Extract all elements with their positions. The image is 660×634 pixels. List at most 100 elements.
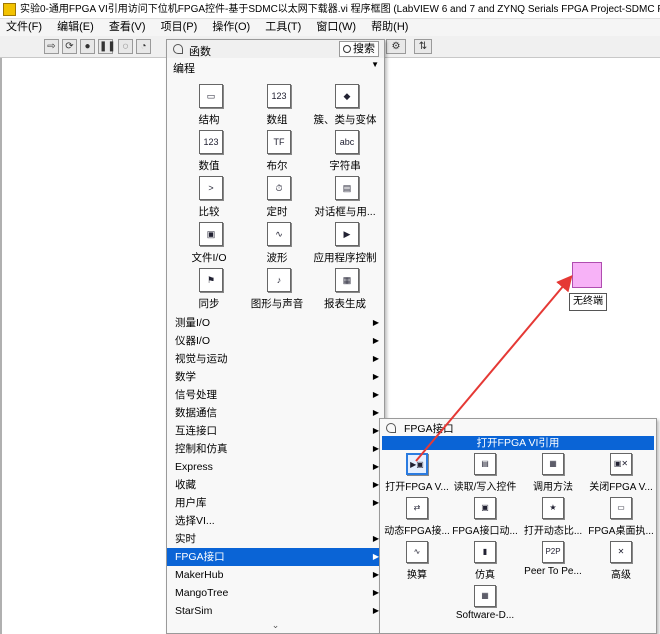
category-user-libraries[interactable]: 用户库 ▶ (167, 494, 384, 512)
menu-file[interactable]: 文件(F) (6, 21, 42, 33)
palette-item-file-io[interactable]: ▣ 文件I/O (175, 220, 243, 266)
palette-item-array[interactable]: 123 数组 (243, 82, 311, 128)
functions-palette: 函数 搜索 编程 ▼ ▭ 结构 123 数组 ◆ 簇、类与变体 123 数值 TF 布尔 … (166, 39, 385, 634)
item-label: 关闭FPGA V... (589, 482, 653, 493)
palette-header: 函数 搜索 (167, 40, 384, 58)
palette-category-programming[interactable]: 编程 (173, 60, 195, 76)
open-fpga-ref-icon: ▶▣ (406, 453, 428, 475)
block-diagram-canvas[interactable] (0, 58, 168, 634)
fpga-item-read-write[interactable]: ▤ 读取/写入控件 (450, 453, 520, 493)
category-instrument-io[interactable]: 仪器I/O ▶ (167, 332, 384, 350)
submenu-arrow-icon: ▶ (372, 390, 379, 399)
palette-item-comparison[interactable]: > 比较 (175, 174, 243, 220)
palette-item-graphics-sound[interactable]: ♪ 图形与声音 (243, 266, 311, 312)
pause-icon[interactable]: ❚❚ (98, 39, 116, 54)
palette-item-dialog[interactable]: ▤ 对话框与用... (311, 174, 379, 220)
category-label: 收藏 (175, 479, 196, 491)
timing-icon: ⏱ (267, 176, 291, 200)
run-continuous-icon[interactable]: ⟳ (62, 39, 77, 54)
category-label: StarSim (175, 605, 213, 617)
menu-help[interactable]: 帮助(H) (371, 21, 408, 33)
pin-icon[interactable] (173, 44, 183, 54)
fpga-item-advanced[interactable]: ✕ 高级 (586, 541, 656, 581)
fpga-item-open-dynamic-bitfile[interactable]: ★ 打开动态比... (518, 497, 588, 537)
category-label: 实时 (175, 533, 196, 545)
palette-item-sync[interactable]: ⚑ 同步 (175, 266, 243, 312)
fpga-item-desktop-exec[interactable]: ▭ FPGA桌面执... (586, 497, 656, 537)
reorder-icon[interactable]: ⇅ (414, 39, 432, 54)
category-mathematics[interactable]: 数学 ▶ (167, 368, 384, 386)
menu-project[interactable]: 项目(P) (161, 21, 198, 33)
item-label: 数组 (266, 114, 288, 126)
report-icon: ▦ (335, 268, 359, 292)
category-label: 测量I/O (175, 317, 211, 329)
dynamic-fpga-icon: ⇄ (406, 497, 428, 519)
category-vision-motion[interactable]: 视觉与运动 ▶ (167, 350, 384, 368)
search-icon (343, 45, 351, 53)
fpga-ref-node[interactable] (572, 262, 602, 288)
palette-item-cluster[interactable]: ◆ 簇、类与变体 (311, 82, 379, 128)
retain-wire-values-icon[interactable]: ◔ (136, 39, 151, 54)
category-measurement-io[interactable]: 测量I/O ▶ (167, 314, 384, 332)
menu-window[interactable]: 窗口(W) (316, 21, 356, 33)
fpga-item-peer-to-peer[interactable]: P2P Peer To Pe... (518, 541, 588, 581)
item-label: FPGA桌面执... (588, 526, 654, 537)
category-favorites[interactable]: 收藏 ▶ (167, 476, 384, 494)
read-write-control-icon: ▤ (474, 453, 496, 475)
highlight-execution-icon[interactable]: ◌ (118, 39, 133, 54)
menu-edit[interactable]: 编辑(E) (57, 21, 94, 33)
open-dynamic-bitfile-icon: ★ (542, 497, 564, 519)
fpga-item-invoke-method[interactable]: ▦ 调用方法 (518, 453, 588, 493)
pin-icon[interactable] (386, 423, 396, 433)
fpga-item-dynamic-interface[interactable]: ⇄ 动态FPGA接... (382, 497, 452, 537)
category-select-vi[interactable]: 选择VI... (167, 512, 384, 530)
abort-icon[interactable]: ● (80, 39, 95, 54)
category-data-communication[interactable]: 数据通信 ▶ (167, 404, 384, 422)
palette-item-string[interactable]: abc 字符串 (311, 128, 379, 174)
palette-item-report[interactable]: ▦ 报表生成 (311, 266, 379, 312)
category-control-simulation[interactable]: 控制和仿真 ▶ (167, 440, 384, 458)
app-control-icon: ▶ (335, 222, 359, 246)
palette-item-timing[interactable]: ⏱ 定时 (243, 174, 311, 220)
item-label: 打开FPGA V... (385, 482, 449, 493)
category-real-time[interactable]: 实时 ▶ (167, 530, 384, 548)
menu-tools[interactable]: 工具(T) (265, 21, 301, 33)
item-label: 结构 (198, 114, 220, 126)
palette-item-waveform[interactable]: ∿ 波形 (243, 220, 311, 266)
scroll-more-chevron-icon[interactable]: ⌄ (167, 620, 384, 631)
item-label: 报表生成 (324, 298, 366, 310)
menu-operate[interactable]: 操作(O) (212, 21, 250, 33)
category-signal-processing[interactable]: 信号处理 ▶ (167, 386, 384, 404)
labview-app-icon (3, 3, 16, 16)
category-makerhub[interactable]: MakerHub ▶ (167, 566, 384, 584)
category-label: Express (175, 461, 213, 473)
cleanup-diagram-icon[interactable]: ⚙ (386, 39, 406, 54)
menu-view[interactable]: 查看(V) (109, 21, 146, 33)
fpga-item-close-ref[interactable]: ▣✕ 关闭FPGA V... (586, 453, 656, 493)
item-label: 波形 (266, 252, 288, 264)
fpga-interface-subpalette: FPGA接口 打开FPGA VI引用 ▶▣ 打开FPGA V... ▤ 读取/写入控… (379, 418, 657, 634)
category-mangotree[interactable]: MangoTree ▶ (167, 584, 384, 602)
fpga-item-open-ref[interactable]: ▶▣ 打开FPGA V... (382, 453, 452, 493)
boolean-icon: TF (267, 130, 291, 154)
category-starsim[interactable]: StarSim ▶ (167, 602, 384, 620)
fpga-item-software-defined[interactable]: ▦ Software-D... (450, 585, 520, 625)
search-button[interactable]: 搜索 (339, 41, 379, 57)
item-label: 打开动态比... (523, 526, 583, 537)
category-express[interactable]: Express ▶ (167, 458, 384, 476)
graphics-sound-icon: ♪ (267, 268, 291, 292)
palette-item-app-control[interactable]: ▶ 应用程序控制 (311, 220, 379, 266)
category-fpga-interface[interactable]: FPGA接口 ▶ (167, 548, 384, 566)
item-label: 对话框与用... (314, 206, 376, 218)
fpga-item-simulation[interactable]: ▮ 仿真 (450, 541, 520, 581)
fpga-item-interface-dynamic[interactable]: ▣ FPGA接口动... (450, 497, 520, 537)
category-connectivity[interactable]: 互连接口 ▶ (167, 422, 384, 440)
run-arrow-icon[interactable]: ⇨ (44, 39, 59, 54)
palette-item-numeric[interactable]: 123 数值 (175, 128, 243, 174)
submenu-arrow-icon: ▶ (372, 372, 379, 381)
palette-item-structures[interactable]: ▭ 结构 (175, 82, 243, 128)
item-label: 应用程序控制 (313, 252, 377, 264)
fpga-item-conversion[interactable]: ∿ 换算 (382, 541, 452, 581)
palette-item-boolean[interactable]: TF 布尔 (243, 128, 311, 174)
close-fpga-ref-icon: ▣✕ (610, 453, 632, 475)
